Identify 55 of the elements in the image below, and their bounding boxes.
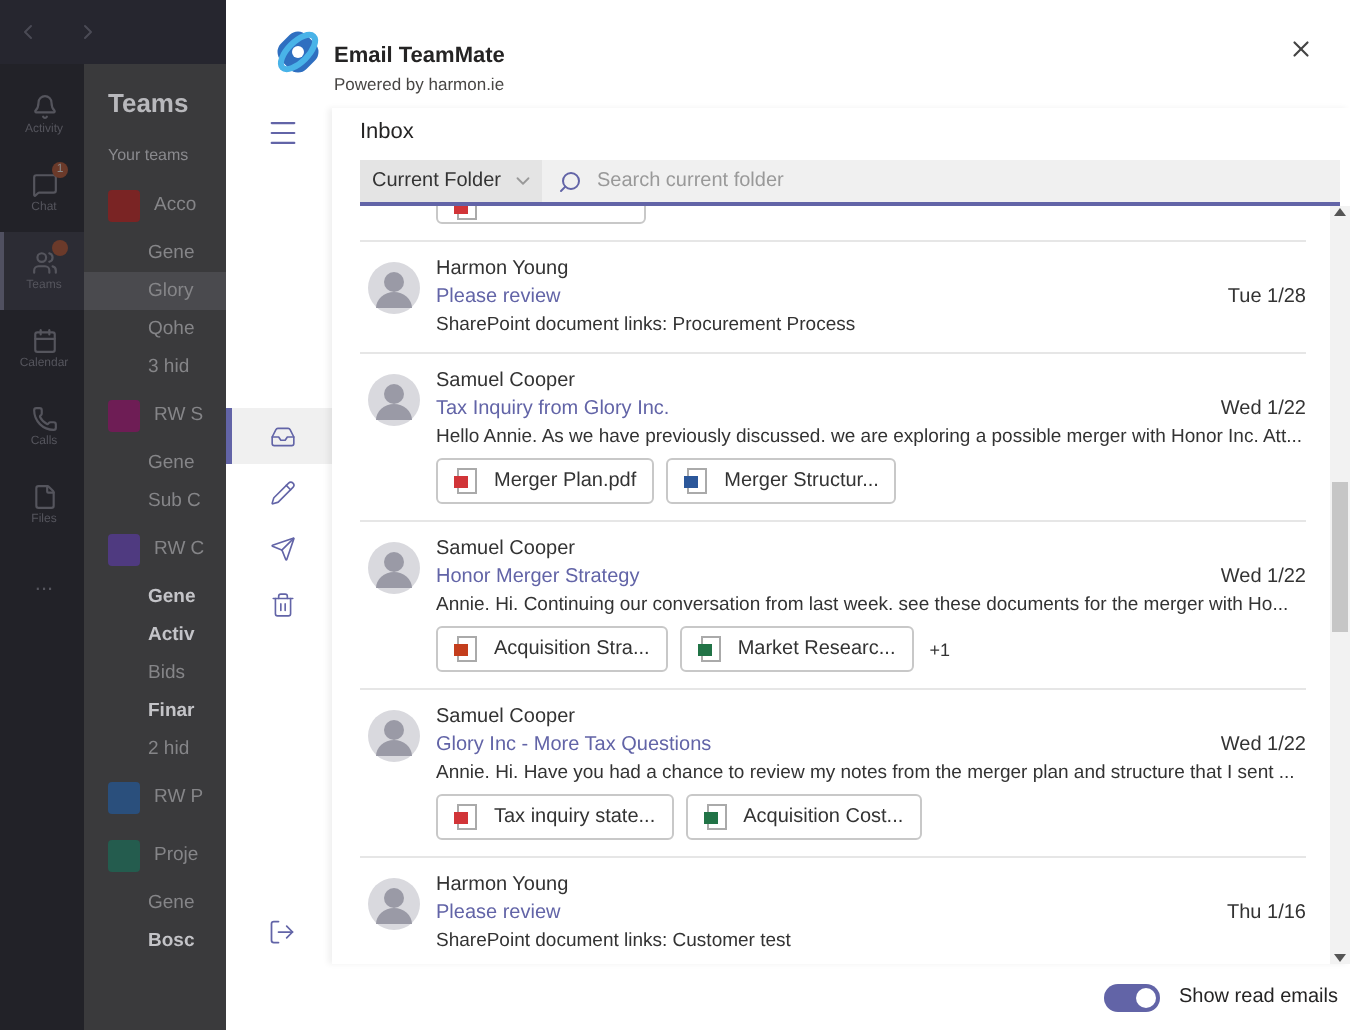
hidden-channels-link[interactable]: 3 hid xyxy=(84,348,226,386)
team-name[interactable]: Proje xyxy=(154,844,199,866)
folder-title: Inbox xyxy=(360,118,416,148)
app-name: Email TeamMate xyxy=(334,44,505,68)
attachment-chip[interactable]: Tax inquiry state... xyxy=(436,794,674,840)
sender-name: Samuel Cooper xyxy=(436,706,577,728)
channel-item[interactable]: Sub C xyxy=(84,482,226,520)
team-name[interactable]: RW C xyxy=(154,538,205,560)
search-field[interactable]: Search current folder xyxy=(592,168,1340,194)
channel-item[interactable]: Glory xyxy=(84,272,226,310)
nav-item[interactable]: ... xyxy=(0,544,84,622)
email-date: Thu 1/16 xyxy=(1227,902,1306,924)
email-date: Wed 1/22 xyxy=(1220,734,1306,756)
channel-item[interactable]: Gene xyxy=(84,444,226,482)
search-bar[interactable]: Search current folder xyxy=(542,160,1340,206)
channel-item[interactable]: Bosc xyxy=(84,922,226,960)
channel-item[interactable]: Gene xyxy=(84,884,226,922)
scope-dropdown[interactable]: Current Folder xyxy=(360,160,543,206)
subject-link[interactable]: Please review xyxy=(436,286,561,308)
sender-name: Harmon Young xyxy=(436,258,571,280)
email-date: Wed 1/22 xyxy=(1220,566,1306,588)
channel-item[interactable]: Activ xyxy=(84,616,226,654)
email-preview: SharePoint document links: Procurement Process xyxy=(436,314,858,336)
more-attachments-count: +1 xyxy=(929,639,950,659)
subject-link[interactable]: Please review xyxy=(436,902,561,924)
team-name[interactable]: RW S xyxy=(154,404,204,426)
email-preview: Annie. Hi. Continuing our conversation from last week. see these documents for the merger with Ho... xyxy=(436,594,1291,616)
channel-item[interactable]: Finar xyxy=(84,692,226,730)
email-preview: SharePoint document links: Customer test xyxy=(436,930,793,952)
toggle-label: Show read emails xyxy=(1179,986,1338,1008)
channel-item[interactable]: Gene xyxy=(84,578,226,616)
team-name[interactable]: Acco xyxy=(154,194,197,216)
tagline: Powered by harmon.ie xyxy=(334,74,505,94)
email-preview: Hello Annie. As we have previously discussed. we are exploring a possible merger with Honor Inc. Att... xyxy=(436,426,1304,448)
subject-link[interactable]: Tax Inquiry from Glory Inc. xyxy=(436,398,670,420)
email-date: Tue 1/28 xyxy=(1227,286,1306,308)
subject-link[interactable]: Honor Merger Strategy xyxy=(436,566,640,588)
sender-name: Samuel Cooper xyxy=(436,538,577,560)
sender-name: Harmon Young xyxy=(436,874,571,896)
subject-link[interactable]: Glory Inc - More Tax Questions xyxy=(436,734,712,756)
attachment-chip[interactable]: Merger Structur... xyxy=(666,458,897,504)
channel-item[interactable]: Qohe xyxy=(84,310,226,348)
attachment-chip[interactable]: Acquisition Stra... xyxy=(436,626,668,672)
channel-item[interactable]: Bids xyxy=(84,654,226,692)
attachment-chip[interactable]: Acquisition Cost... xyxy=(685,794,922,840)
channel-item[interactable]: Gene xyxy=(84,234,226,272)
section-label: Your teams xyxy=(108,146,191,164)
sender-name: Samuel Cooper xyxy=(436,370,577,392)
hidden-channels-link[interactable]: 2 hid xyxy=(84,730,226,768)
team-name[interactable]: RW P xyxy=(154,786,204,808)
email-preview: Annie. Hi. Have you had a chance to review my notes from the merger plan and structure that I sent ... xyxy=(436,762,1297,784)
attachment-chip[interactable]: Merger Plan.pdf xyxy=(436,458,655,504)
email-date: Wed 1/22 xyxy=(1220,398,1306,420)
panel-title: Teams xyxy=(108,88,191,118)
attachment-chip[interactable]: Market Researc... xyxy=(679,626,914,672)
